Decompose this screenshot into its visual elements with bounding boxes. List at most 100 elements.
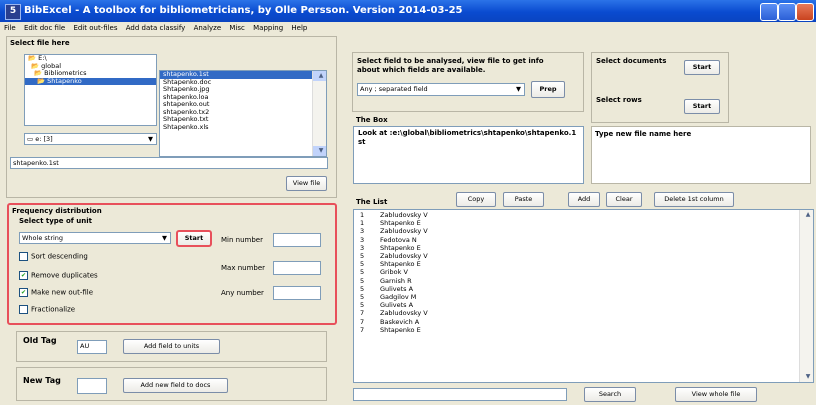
old-tag-panel: Old Tag AU Add field to units bbox=[16, 331, 327, 362]
list-row[interactable]: 5 Garnish R bbox=[357, 277, 813, 285]
prep-button[interactable]: Prep bbox=[531, 81, 565, 98]
list-scrollbar[interactable]: ▲ ▼ bbox=[799, 210, 813, 382]
view-whole-file-button[interactable]: View whole file bbox=[675, 387, 757, 402]
search-input[interactable] bbox=[353, 388, 567, 401]
field-select[interactable]: Any ; separated field ▼ bbox=[357, 83, 525, 96]
new-file-name-label: Type new file name here bbox=[595, 130, 692, 138]
window-title: BibExcel - A toolbox for bibliometrician… bbox=[24, 5, 463, 16]
unit-type-label: Select type of unit bbox=[19, 217, 92, 225]
menu-mapping[interactable]: Mapping bbox=[253, 24, 283, 32]
menu-add-data-classify[interactable]: Add data classify bbox=[126, 24, 186, 32]
the-list[interactable]: 1 Zabludovsky V 1 Shtapenko E 3 Zabludovsky… bbox=[353, 209, 814, 383]
chevron-down-icon: ▼ bbox=[516, 85, 521, 93]
new-file-name-panel[interactable]: Type new file name here bbox=[591, 126, 811, 184]
list-row[interactable]: 5 Shtapenko E bbox=[357, 260, 813, 268]
clear-button[interactable]: Clear bbox=[606, 192, 642, 207]
list-row[interactable]: 3 Fedotova N bbox=[357, 236, 813, 244]
current-file-field[interactable]: shtapenko.1st bbox=[10, 157, 328, 169]
file-list[interactable]: shtapenko.1st Shtapenko.doc Shtapenko.jp… bbox=[159, 70, 327, 157]
the-box-text[interactable]: Look at :e:\global\bibliometrics\shtapen… bbox=[353, 126, 584, 184]
app-icon: 5 bbox=[5, 4, 21, 20]
close-button[interactable] bbox=[796, 3, 814, 21]
menu-edit-out-files[interactable]: Edit out-files bbox=[73, 24, 117, 32]
scroll-up-icon[interactable]: ▲ bbox=[800, 210, 813, 220]
remove-duplicates-checkbox[interactable]: ✔ bbox=[19, 271, 28, 280]
old-tag-label: Old Tag bbox=[23, 336, 57, 345]
select-rows-start-button[interactable]: Start bbox=[684, 99, 720, 114]
minimize-button[interactable] bbox=[760, 3, 778, 21]
frequency-distribution-panel: Frequency distribution Select type of un… bbox=[7, 203, 337, 325]
add-field-to-units-button[interactable]: Add field to units bbox=[123, 339, 220, 354]
select-documents-start-button[interactable]: Start bbox=[684, 60, 720, 75]
scroll-down-icon[interactable]: ▼ bbox=[313, 146, 326, 156]
menu-bar: File Edit doc file Edit out-files Add da… bbox=[0, 22, 816, 35]
the-list-label: The List bbox=[356, 198, 388, 206]
the-box-label: The Box bbox=[356, 116, 388, 124]
maximize-button[interactable] bbox=[778, 3, 796, 21]
sort-descending-option[interactable]: Sort descending bbox=[19, 252, 88, 261]
min-number-input[interactable] bbox=[273, 233, 321, 247]
select-file-panel: Select file here 📂 E:\ 📂 global 📂 Biblio… bbox=[6, 36, 337, 198]
list-row[interactable]: 5 Gribok V bbox=[357, 268, 813, 276]
drive-icon: ▭ bbox=[27, 135, 34, 143]
chevron-down-icon: ▼ bbox=[162, 234, 167, 242]
scroll-up-icon[interactable]: ▲ bbox=[313, 71, 326, 81]
list-row[interactable]: 5 Gulivets A bbox=[357, 285, 813, 293]
frequency-start-button[interactable]: Start bbox=[176, 230, 212, 247]
select-rows-label: Select rows bbox=[596, 96, 642, 104]
folder-item[interactable]: 📂 Shtapenko bbox=[25, 76, 156, 85]
frequency-heading: Frequency distribution bbox=[12, 207, 102, 215]
list-row[interactable]: 3 Zabludovsky V bbox=[357, 227, 813, 235]
select-documents-label: Select documents bbox=[596, 57, 667, 65]
chevron-down-icon: ▼ bbox=[148, 135, 153, 143]
remove-duplicates-option[interactable]: ✔ Remove duplicates bbox=[19, 271, 98, 280]
new-tag-label: New Tag bbox=[23, 376, 61, 385]
list-row[interactable]: 1 Shtapenko E bbox=[357, 219, 813, 227]
menu-help[interactable]: Help bbox=[291, 24, 307, 32]
field-heading: Select field to be analysed, view file t… bbox=[357, 57, 544, 74]
menu-file[interactable]: File bbox=[4, 24, 16, 32]
list-row[interactable]: 5 Gadgilov M bbox=[357, 293, 813, 301]
view-file-button[interactable]: View file bbox=[286, 176, 327, 191]
add-new-field-to-docs-button[interactable]: Add new field to docs bbox=[123, 378, 228, 393]
drive-select[interactable]: ▭ e: [3] ▼ bbox=[24, 133, 157, 145]
select-docs-rows-panel: Select documents Start Select rows Start bbox=[591, 52, 729, 123]
list-row[interactable]: 7 Baskevich A bbox=[357, 318, 813, 326]
list-row[interactable]: 1 Zabludovsky V bbox=[357, 211, 813, 219]
max-number-label: Max number bbox=[221, 264, 266, 272]
make-new-outfile-checkbox[interactable]: ✔ bbox=[19, 288, 28, 297]
add-button[interactable]: Add bbox=[568, 192, 600, 207]
fractionalize-option[interactable]: Fractionalize bbox=[19, 305, 75, 314]
unit-type-select[interactable]: Whole string ▼ bbox=[19, 232, 171, 244]
sort-descending-checkbox[interactable] bbox=[19, 252, 28, 261]
paste-button[interactable]: Paste bbox=[503, 192, 544, 207]
any-number-label: Any number bbox=[221, 289, 264, 297]
list-row[interactable]: 7 Shtapenko E bbox=[357, 326, 813, 334]
delete-first-column-button[interactable]: Delete 1st column bbox=[654, 192, 734, 207]
folder-list[interactable]: 📂 E:\ 📂 global 📂 Bibliometrics 📂 Shtapen… bbox=[24, 54, 157, 126]
select-file-heading: Select file here bbox=[10, 39, 70, 47]
list-row[interactable]: 5 Gulivets A bbox=[357, 301, 813, 309]
max-number-input[interactable] bbox=[273, 261, 321, 275]
list-row[interactable]: 7 Zabludovsky V bbox=[357, 309, 813, 317]
menu-misc[interactable]: Misc bbox=[229, 24, 244, 32]
file-list-scrollbar[interactable]: ▲ ▼ bbox=[312, 71, 326, 156]
min-number-label: Min number bbox=[221, 236, 263, 244]
old-tag-input[interactable]: AU bbox=[77, 340, 107, 354]
list-row[interactable]: 5 Zabludovsky V bbox=[357, 252, 813, 260]
menu-analyze[interactable]: Analyze bbox=[194, 24, 222, 32]
title-bar: 5 BibExcel - A toolbox for bibliometrici… bbox=[0, 0, 816, 22]
search-button[interactable]: Search bbox=[584, 387, 636, 402]
new-tag-input[interactable] bbox=[77, 378, 107, 394]
scroll-down-icon[interactable]: ▼ bbox=[800, 372, 813, 382]
new-tag-panel: New Tag Add new field to docs bbox=[16, 367, 327, 401]
make-new-outfile-option[interactable]: ✔ Make new out-file bbox=[19, 288, 93, 297]
folder-icon: 📂 bbox=[37, 76, 46, 85]
file-item[interactable]: Shtapenko.xls bbox=[160, 123, 326, 132]
fractionalize-checkbox[interactable] bbox=[19, 305, 28, 314]
list-row[interactable]: 3 Shtapenko E bbox=[357, 244, 813, 252]
copy-button[interactable]: Copy bbox=[456, 192, 496, 207]
field-panel: Select field to be analysed, view file t… bbox=[352, 52, 584, 112]
menu-edit-doc-file[interactable]: Edit doc file bbox=[24, 24, 65, 32]
any-number-input[interactable] bbox=[273, 286, 321, 300]
